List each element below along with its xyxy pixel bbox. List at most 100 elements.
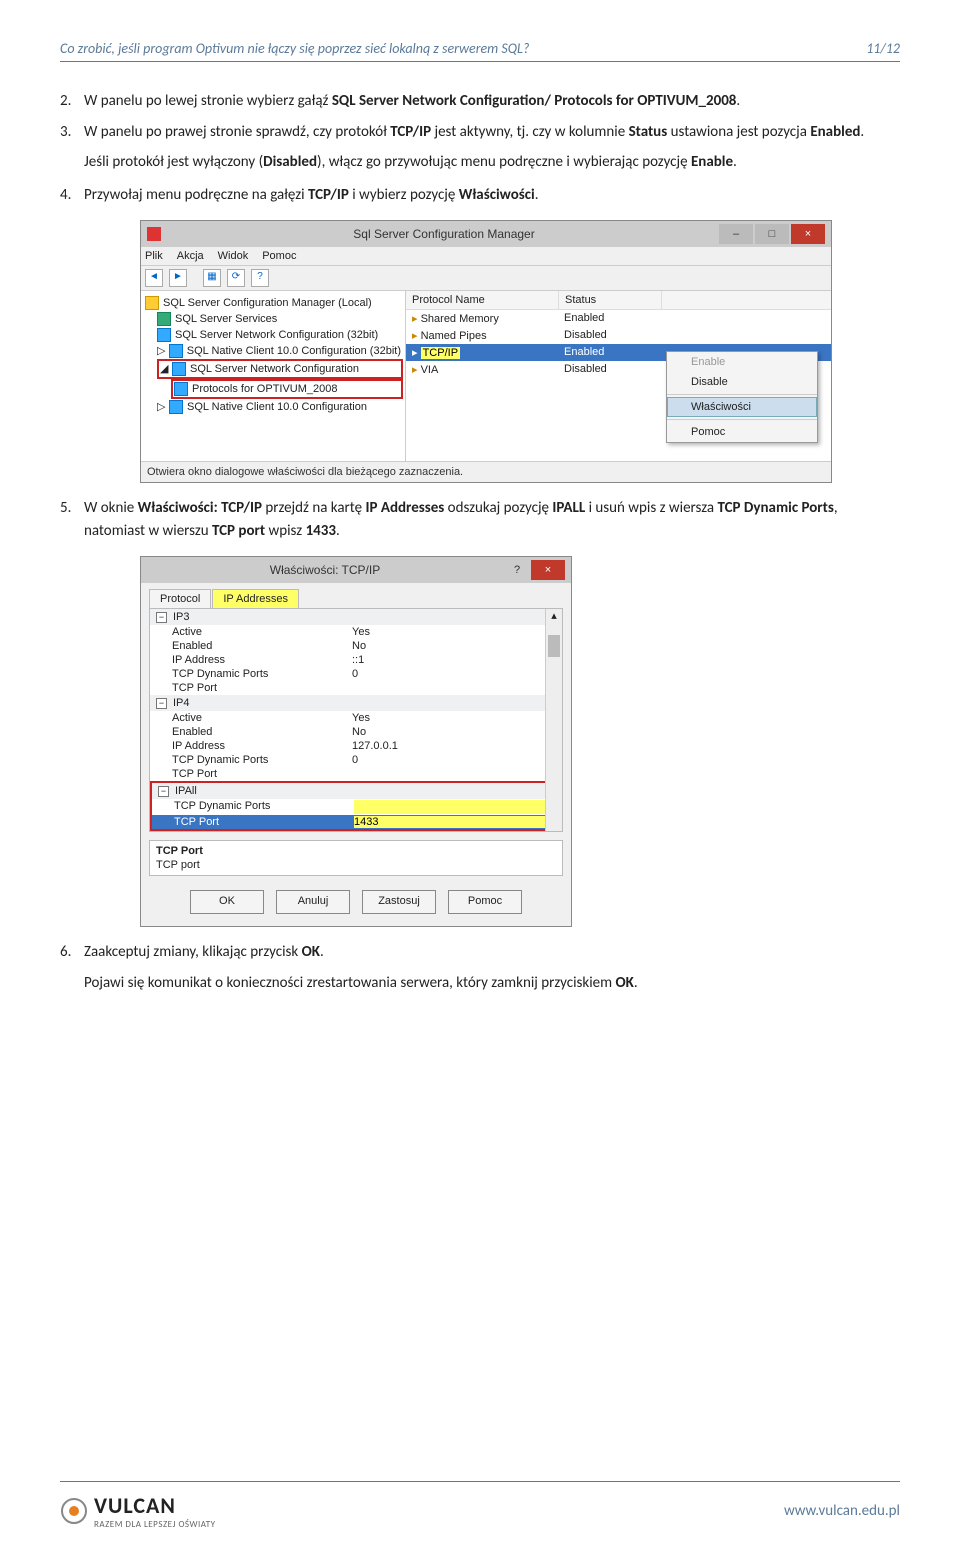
close-button[interactable]: × — [531, 560, 565, 580]
close-button[interactable]: × — [791, 224, 825, 244]
context-item-highlighted[interactable]: Właściwości — [667, 397, 817, 417]
property-grid: ▴ −IP3 ActiveYes EnabledNo IP Address::1… — [149, 608, 563, 832]
cancel-button[interactable]: Anuluj — [276, 890, 350, 914]
t: . — [320, 943, 324, 961]
menu-item[interactable]: Akcja — [177, 250, 204, 262]
step-number: 2. — [60, 90, 84, 113]
forward-icon[interactable]: ► — [169, 269, 187, 287]
collapse-icon[interactable]: − — [156, 612, 167, 623]
tree-item[interactable]: SQL Server Configuration Manager (Local) — [143, 295, 403, 311]
step-4: 4. Przywołaj menu podręczne na gałęzi TC… — [60, 184, 900, 207]
brand-logo: VULCAN RAZEM DLA LEPSZEJ OŚWIATY — [60, 1492, 216, 1530]
status-bar: Otwiera okno dialogowe właściwości dla b… — [141, 461, 831, 482]
step-text: W panelu po prawej stronie sprawdź, czy … — [84, 121, 900, 144]
property-row[interactable]: TCP Dynamic Ports0 — [150, 753, 562, 767]
tree-item[interactable]: SQL Server Services — [143, 311, 403, 327]
menu-item[interactable]: Widok — [218, 250, 249, 262]
help-button[interactable]: Pomoc — [448, 890, 522, 914]
t: i wybierz pozycję — [349, 186, 459, 204]
tab-ip-addresses[interactable]: IP Addresses — [212, 589, 299, 608]
step-number: 3. — [60, 121, 84, 144]
t: Pojawi się komunikat o konieczności zres… — [84, 974, 616, 992]
help-icon[interactable]: ? — [251, 269, 269, 287]
t: IP Addresses — [365, 499, 444, 517]
t: odszukaj pozycję — [444, 499, 552, 517]
t: Przywołaj menu podręczne na gałęzi — [84, 186, 308, 204]
list-row[interactable]: ▸ Shared MemoryEnabled — [406, 310, 831, 327]
context-item[interactable]: Enable — [667, 352, 817, 372]
apply-button[interactable]: Zastosuj — [362, 890, 436, 914]
toolbar: ◄ ► ▦ ⟳ ? — [141, 266, 831, 291]
help-button[interactable]: ? — [503, 564, 531, 576]
col-header[interactable]: Protocol Name — [406, 291, 559, 309]
tree-item[interactable]: ▷SQL Native Client 10.0 Configuration (3… — [143, 343, 403, 359]
step-number: 6. — [60, 941, 84, 964]
t: . — [860, 123, 864, 141]
property-row[interactable]: TCP Dynamic Ports0 — [150, 667, 562, 681]
step-text: W oknie Właściwości: TCP/IP przejdź na k… — [84, 497, 900, 542]
tree-item[interactable]: ▷SQL Native Client 10.0 Configuration — [143, 399, 403, 415]
section-header[interactable]: −IP3 — [150, 609, 562, 625]
t: TCP/IP — [390, 123, 431, 141]
list-header: Protocol Name Status — [406, 291, 831, 310]
step-3: 3. W panelu po prawej stronie sprawdź, c… — [60, 121, 900, 144]
page-footer: VULCAN RAZEM DLA LEPSZEJ OŚWIATY www.vul… — [60, 1481, 900, 1530]
t: Jeśli protokół jest wyłączony ( — [84, 153, 263, 171]
property-row[interactable]: ActiveYes — [150, 625, 562, 639]
tree-item-highlighted[interactable]: Protocols for OPTIVUM_2008 — [171, 379, 403, 399]
property-row-selected[interactable]: TCP Port1433 — [152, 815, 560, 829]
properties-dialog: Właściwości: TCP/IP ? × Protocol IP Addr… — [140, 556, 572, 927]
t: TCP Dynamic Ports — [718, 499, 834, 517]
ipall-highlight: −IPAll TCP Dynamic Ports TCP Port1433 — [150, 781, 562, 831]
t: IPALL — [552, 499, 585, 517]
step-number: 4. — [60, 184, 84, 207]
collapse-icon[interactable]: − — [156, 698, 167, 709]
footer-url: www.vulcan.edu.pl — [784, 1502, 900, 1520]
menu-bar: Plik Akcja Widok Pomoc — [141, 247, 831, 266]
col-header[interactable]: Status — [559, 291, 662, 309]
logo-icon — [60, 1497, 88, 1525]
t: Właściwości: TCP/IP — [138, 499, 262, 517]
t: . — [733, 153, 737, 171]
property-row[interactable]: IP Address::1 — [150, 653, 562, 667]
scrollbar[interactable]: ▴ — [545, 609, 562, 831]
t: Disabled — [263, 153, 317, 171]
property-row[interactable]: EnabledNo — [150, 725, 562, 739]
t: 1433 — [306, 522, 336, 540]
list-row[interactable]: ▸ Named PipesDisabled — [406, 327, 831, 344]
back-icon[interactable]: ◄ — [145, 269, 163, 287]
property-row[interactable]: TCP Port — [150, 681, 562, 695]
menu-item[interactable]: Pomoc — [262, 250, 296, 262]
property-row[interactable]: ActiveYes — [150, 711, 562, 725]
t: . — [736, 92, 740, 110]
refresh-icon[interactable]: ⟳ — [227, 269, 245, 287]
t: . — [634, 974, 638, 992]
desc-text: TCP port — [156, 858, 556, 872]
minimize-button[interactable]: – — [719, 224, 753, 244]
toolbar-icon[interactable]: ▦ — [203, 269, 221, 287]
step-text: Przywołaj menu podręczne na gałęzi TCP/I… — [84, 184, 900, 207]
t: SQL Server Network Configuration/ Protoc… — [332, 92, 737, 110]
tree-item-highlighted[interactable]: ◢SQL Server Network Configuration — [157, 359, 403, 379]
brand-tagline: RAZEM DLA LEPSZEJ OŚWIATY — [94, 1519, 216, 1530]
menu-item[interactable]: Plik — [145, 250, 163, 262]
section-header[interactable]: −IPAll — [152, 783, 560, 799]
maximize-button[interactable]: □ — [755, 224, 789, 244]
property-row[interactable]: EnabledNo — [150, 639, 562, 653]
context-item[interactable]: Disable — [667, 372, 817, 392]
step-text: Zaakceptuj zmiany, klikając przycisk OK. — [84, 941, 900, 964]
brand-name: VULCAN — [94, 1492, 216, 1519]
step-number: 5. — [60, 497, 84, 542]
property-row[interactable]: TCP Port — [150, 767, 562, 781]
tree-item[interactable]: SQL Server Network Configuration (32bit) — [143, 327, 403, 343]
context-item[interactable]: Pomoc — [667, 422, 817, 442]
section-header[interactable]: −IP4 — [150, 695, 562, 711]
step-5: 5. W oknie Właściwości: TCP/IP przejdź n… — [60, 497, 900, 542]
ok-button[interactable]: OK — [190, 890, 264, 914]
t: Enabled — [810, 123, 860, 141]
collapse-icon[interactable]: − — [158, 786, 169, 797]
property-row[interactable]: IP Address127.0.0.1 — [150, 739, 562, 753]
property-row[interactable]: TCP Dynamic Ports — [152, 799, 560, 815]
tab-protocol[interactable]: Protocol — [149, 589, 211, 608]
context-menu: Enable Disable Właściwości Pomoc — [666, 351, 818, 443]
